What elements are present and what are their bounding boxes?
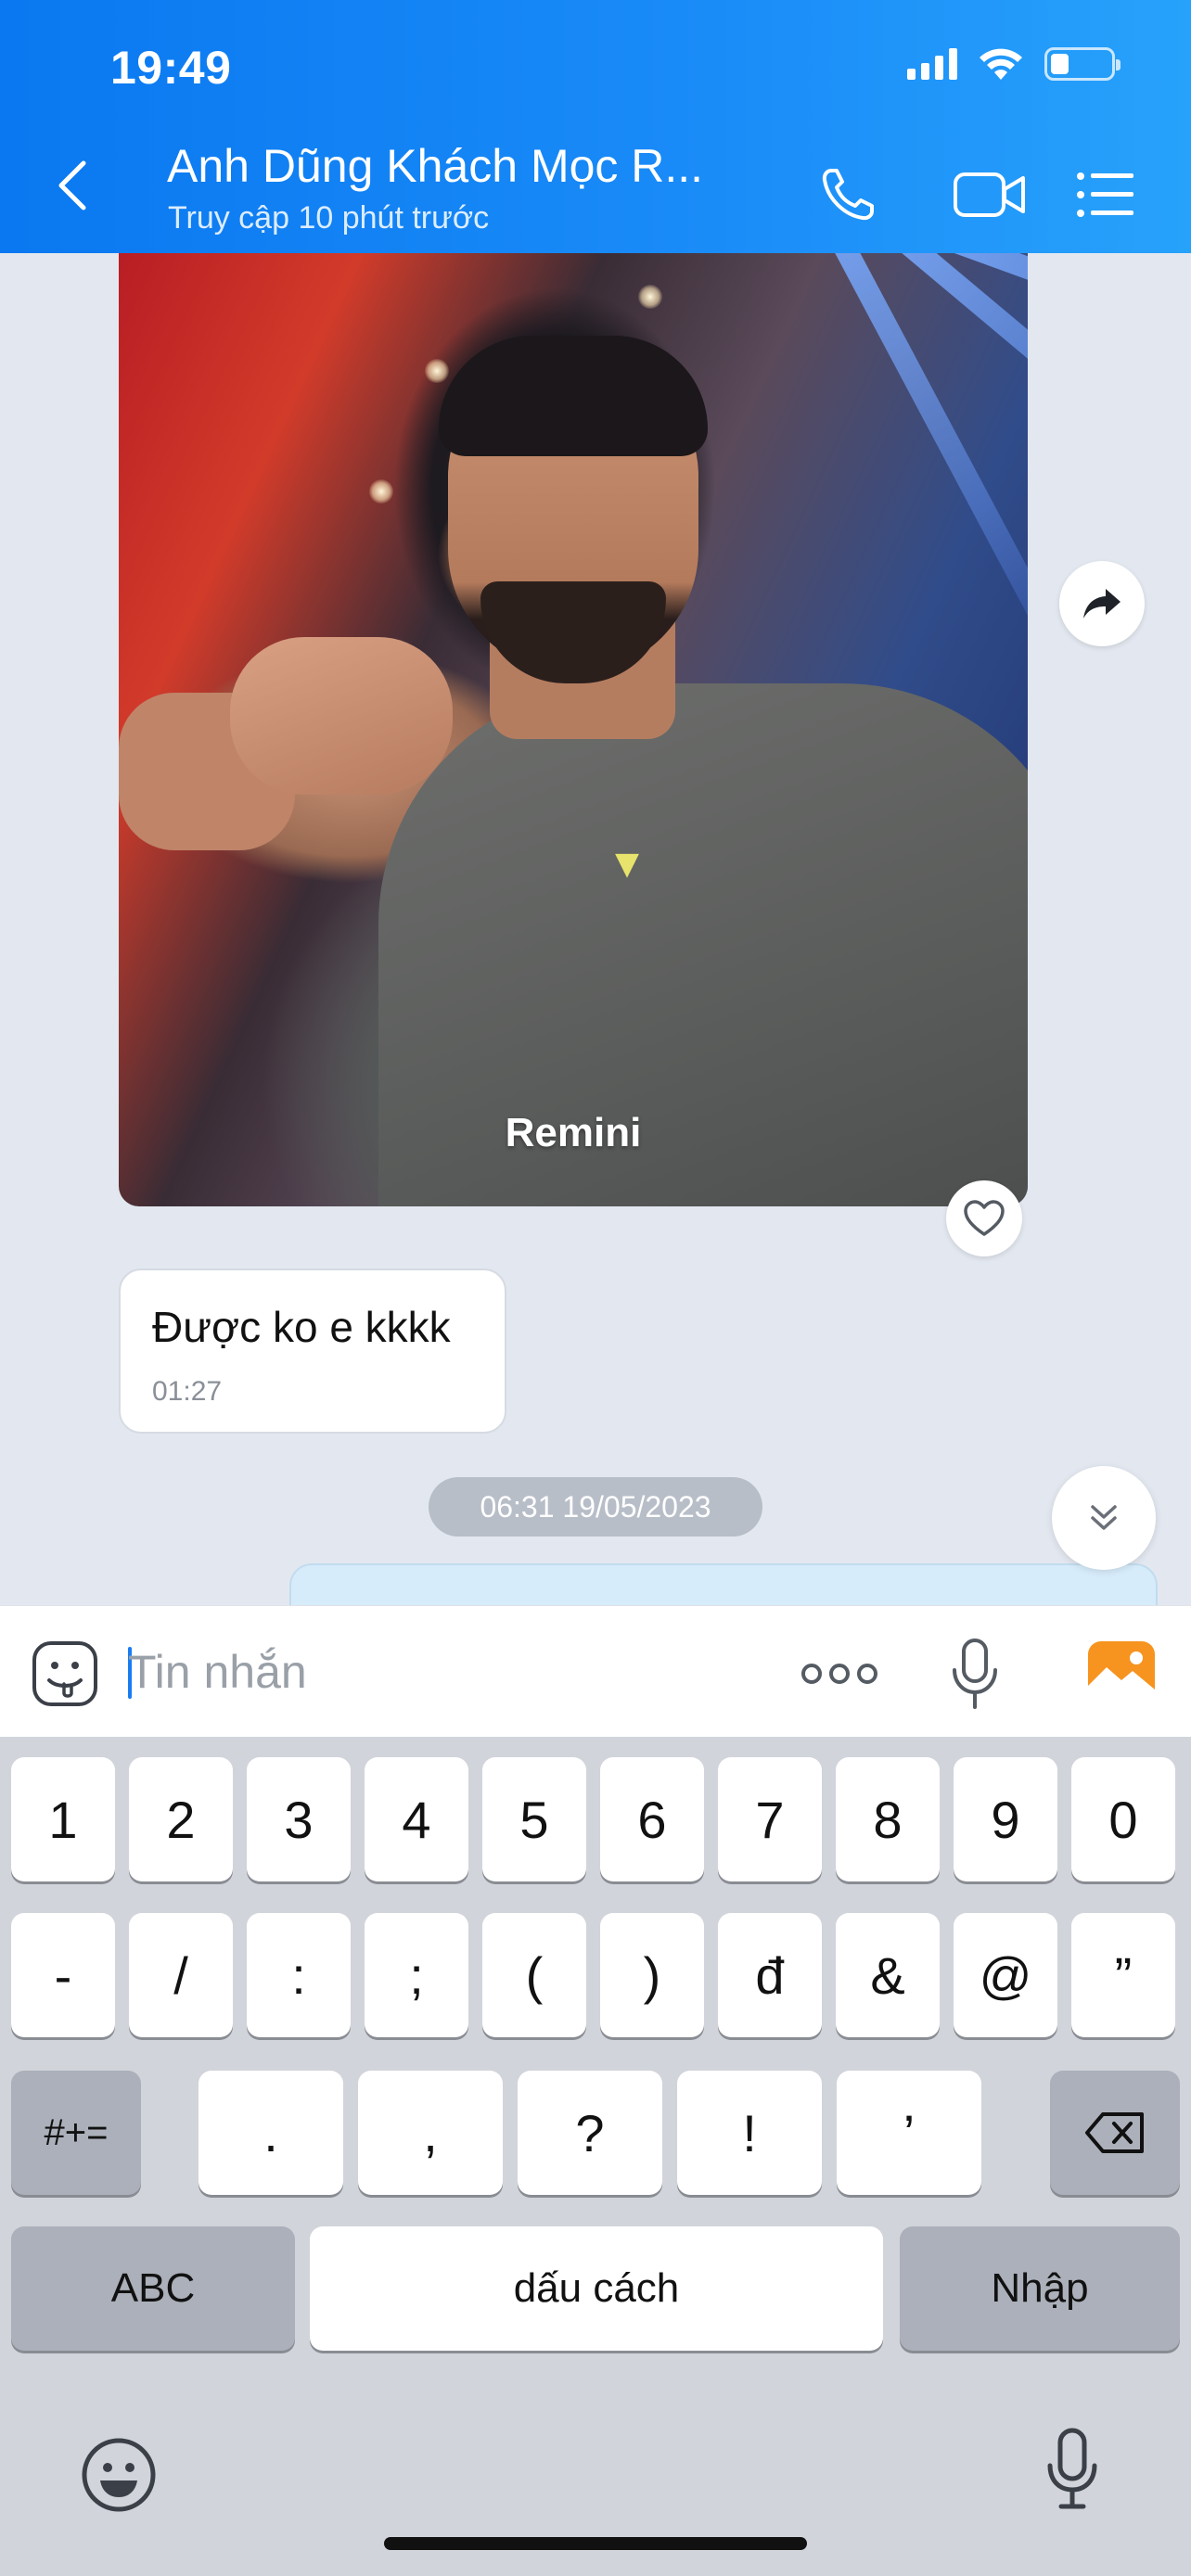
video-call-button[interactable] (939, 158, 1041, 232)
back-button[interactable] (54, 158, 109, 226)
share-arrow-icon (1083, 589, 1121, 618)
battery-level (1051, 54, 1069, 74)
sticker-icon (32, 1641, 97, 1706)
more-options-button[interactable] (798, 1641, 881, 1706)
message-list[interactable]: ▼ Remini Được ko e kkkk 01:27 06:31 19/0… (0, 253, 1191, 1605)
shirt-logo: ▼ (607, 841, 647, 886)
key[interactable]: 2 (129, 1757, 233, 1881)
key[interactable]: & (836, 1913, 940, 2037)
dictation-button[interactable] (1026, 2423, 1119, 2516)
photo-detail (369, 479, 393, 504)
outgoing-message[interactable] (289, 1563, 1158, 1605)
key-delete[interactable] (1050, 2071, 1180, 2195)
key[interactable]: @ (954, 1913, 1057, 2037)
microphone-icon (953, 1639, 997, 1709)
emoji-keyboard-button[interactable] (72, 2429, 165, 2521)
photo-detail (638, 285, 662, 309)
date-separator: 06:31 19/05/2023 (429, 1477, 762, 1537)
keyboard: 1234567890 - /:;() đ & @” #+= .,?!’ ABC dấu … (0, 1737, 1191, 2576)
photo-detail (883, 253, 1028, 548)
key[interactable]: 3 (247, 1757, 351, 1881)
key[interactable]: ” (1071, 1913, 1175, 2037)
photo-detail (230, 637, 453, 795)
key[interactable]: ? (518, 2071, 662, 2195)
dictation-icon (1047, 2428, 1097, 2509)
key[interactable]: ( (482, 1913, 586, 2037)
heart-icon (964, 1200, 1005, 1236)
key[interactable]: 9 (954, 1757, 1057, 1881)
key[interactable]: 8 (836, 1757, 940, 1881)
message-time: 01:27 (152, 1376, 223, 1407)
photo-detail (439, 336, 708, 456)
photo-message[interactable]: ▼ Remini (119, 253, 1028, 1206)
key[interactable]: - (11, 1913, 115, 2037)
wifi-icon (980, 48, 1022, 80)
message-input[interactable] (128, 1634, 777, 1710)
key[interactable]: ; (365, 1913, 468, 2037)
voice-message-button[interactable] (942, 1634, 1007, 1714)
gallery-icon (1088, 1641, 1155, 1702)
sticker-button[interactable] (30, 1639, 100, 1709)
gallery-button[interactable] (1085, 1638, 1158, 1706)
key-abc[interactable]: ABC (11, 2226, 295, 2351)
key[interactable]: 6 (600, 1757, 704, 1881)
scroll-to-bottom-button[interactable] (1052, 1466, 1156, 1570)
key[interactable]: , (358, 2071, 503, 2195)
key-return[interactable]: Nhập (900, 2226, 1180, 2351)
key[interactable]: 7 (718, 1757, 822, 1881)
more-icon (829, 1664, 850, 1684)
video-call-icon (954, 172, 1025, 217)
key-space[interactable]: dấu cách (310, 2226, 883, 2351)
cellular-signal-icon (907, 48, 957, 80)
emoji-keyboard-icon (82, 2438, 156, 2512)
key[interactable]: : (247, 1913, 351, 2037)
key[interactable]: . (198, 2071, 343, 2195)
phone-icon (822, 169, 874, 221)
key[interactable]: ’ (837, 2071, 981, 2195)
key[interactable]: ) (600, 1913, 704, 2037)
last-seen-status: Truy cập 10 phút trước (168, 200, 490, 236)
incoming-message[interactable]: Được ko e kkkk 01:27 (119, 1269, 506, 1434)
delete-icon (1085, 2112, 1144, 2153)
key[interactable]: ! (677, 2071, 822, 2195)
more-icon (801, 1664, 822, 1684)
key[interactable]: đ (718, 1913, 822, 2037)
message-composer (0, 1605, 1191, 1737)
double-chevron-down-icon (1091, 1505, 1117, 1530)
status-icons (907, 46, 1121, 82)
key[interactable]: 4 (365, 1757, 468, 1881)
react-button[interactable] (946, 1180, 1022, 1256)
menu-list-icon (1077, 172, 1133, 217)
share-button[interactable] (1059, 561, 1145, 646)
key-more-symbols[interactable]: #+= (11, 2071, 141, 2195)
contact-name[interactable]: Anh Dũng Khách Mọc R... (167, 139, 703, 193)
voice-call-button[interactable] (811, 158, 885, 232)
photo-watermark: Remini (505, 1110, 642, 1155)
key[interactable]: / (129, 1913, 233, 2037)
chat-options-button[interactable] (1069, 158, 1143, 232)
home-indicator (384, 2537, 807, 2550)
key[interactable]: 5 (482, 1757, 586, 1881)
photo-detail (425, 359, 449, 383)
back-icon (58, 160, 86, 210)
status-time: 19:49 (110, 42, 232, 94)
key[interactable]: 0 (1071, 1757, 1175, 1881)
more-icon (857, 1664, 877, 1684)
key[interactable]: 1 (11, 1757, 115, 1881)
battery-icon (1044, 47, 1121, 81)
chat-header: 19:49 Anh Dũng Khách Mọc R... Truy cập 1… (0, 0, 1191, 253)
message-text: Được ko e kkkk (152, 1303, 451, 1351)
